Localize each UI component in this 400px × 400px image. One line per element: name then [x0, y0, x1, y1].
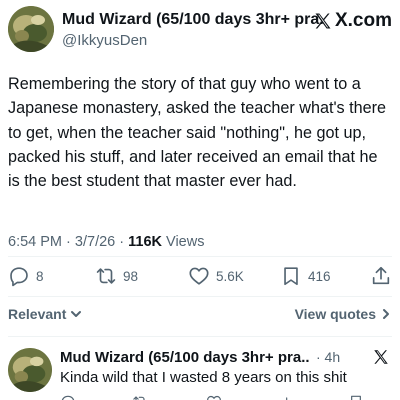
- relevant-label: Relevant: [8, 306, 67, 322]
- x-brand-logo: X.com: [313, 10, 392, 32]
- like-button[interactable]: 5.6K: [188, 262, 244, 290]
- reply-count: 8: [36, 268, 44, 284]
- reply-button[interactable]: 8: [8, 262, 44, 290]
- chevron-down-icon: [71, 311, 82, 317]
- bookmark-icon: [284, 267, 298, 286]
- like-icon: [189, 267, 209, 285]
- share-icon: [372, 266, 390, 285]
- bookmark-icon[interactable]: [348, 394, 364, 400]
- meta-separator: ·: [119, 234, 125, 250]
- relevant-sort-button[interactable]: Relevant: [8, 306, 82, 322]
- tweet-meta: 6:54 PM · 3/7/26 · 116K Views: [8, 234, 204, 250]
- share-button[interactable]: [370, 262, 392, 290]
- like-count: 5.6K: [216, 268, 244, 284]
- tweet-date[interactable]: 3/7/26: [75, 234, 115, 250]
- reply-actions: [60, 394, 390, 400]
- reply-tweet[interactable]: Mud Wizard (65/100 days 3hr+ pra... · 4h…: [8, 348, 392, 400]
- views-icon[interactable]: [280, 394, 296, 400]
- avatar[interactable]: [8, 6, 54, 52]
- reply-avatar[interactable]: [8, 348, 52, 392]
- x-logo-icon: [374, 350, 388, 364]
- divider: [8, 296, 392, 297]
- author-handle[interactable]: @IkkyusDen: [62, 32, 147, 49]
- author-name[interactable]: Mud Wizard (65/100 days 3hr+ pra...: [62, 11, 324, 29]
- views-label: Views: [166, 234, 205, 250]
- tweet-time[interactable]: 6:54 PM: [8, 234, 62, 250]
- view-quotes-link[interactable]: View quotes: [295, 306, 392, 322]
- replies-filter-row: Relevant View quotes: [8, 306, 392, 326]
- repost-count: 98: [123, 268, 139, 284]
- reply-author-name[interactable]: Mud Wizard (65/100 days 3hr+ pra...: [60, 349, 310, 366]
- divider: [8, 256, 392, 257]
- reply-icon: [10, 267, 28, 287]
- tweet-text: Remembering the story of that guy who we…: [8, 75, 387, 191]
- meta-separator: ·: [66, 234, 71, 250]
- views-count: 116K: [128, 234, 163, 250]
- like-icon[interactable]: [206, 394, 222, 400]
- repost-button[interactable]: 98: [95, 262, 138, 290]
- tweet-actions: 8 98 5.6K 416: [8, 262, 392, 290]
- bookmark-count: 416: [308, 268, 331, 284]
- x-brand-text: X.com: [334, 10, 392, 31]
- divider: [8, 336, 392, 337]
- tweet-header: Mud Wizard (65/100 days 3hr+ pra... @Ikk…: [8, 6, 392, 52]
- repost-icon[interactable]: [132, 394, 148, 400]
- reply-text: Kinda wild that I wasted 8 years on this…: [60, 369, 347, 386]
- x-logo-icon: [315, 13, 331, 29]
- reply-time[interactable]: · 4h: [316, 349, 340, 365]
- view-quotes-label: View quotes: [294, 306, 376, 322]
- repost-icon: [96, 268, 116, 284]
- chevron-right-icon: [383, 309, 389, 319]
- bookmark-button[interactable]: 416: [280, 262, 331, 290]
- reply-icon[interactable]: [60, 394, 76, 400]
